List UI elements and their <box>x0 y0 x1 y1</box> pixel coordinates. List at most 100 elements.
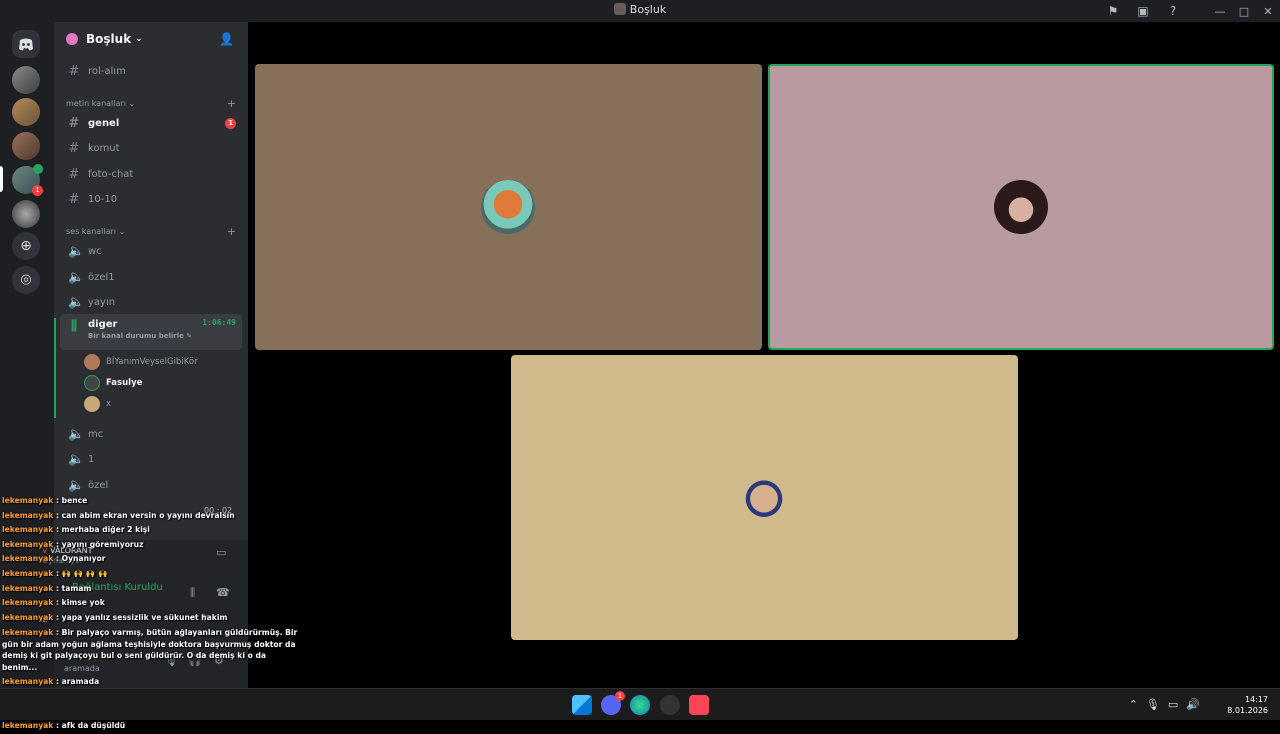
chat-text: afk da düşüldü <box>61 721 126 731</box>
unread-badge: 1 <box>225 117 236 129</box>
speaker-icon: 🔈 <box>68 294 85 310</box>
valorant-icon[interactable] <box>689 695 709 715</box>
server-avatar[interactable] <box>12 98 40 126</box>
participant-avatar <box>481 180 535 234</box>
volume-icon[interactable]: 🔊 <box>1186 698 1200 711</box>
chat-overlay-message: lekemanyak : kimse yok <box>2 598 105 608</box>
chat-username: lekemanyak <box>2 598 54 608</box>
category-voice[interactable]: ses kanalları ⌄ + <box>66 225 236 238</box>
server-icon <box>613 3 626 15</box>
participant-tile-speaking[interactable] <box>768 64 1274 350</box>
close-button[interactable]: ✕ <box>1256 5 1280 18</box>
guild-header[interactable]: Boşluk ⌄ 👤 <box>54 22 248 56</box>
speaker-icon: 🔈 <box>68 426 85 442</box>
chat-username: lekemanyak <box>2 612 54 622</box>
app-icon[interactable] <box>660 695 680 715</box>
server-avatar[interactable] <box>12 66 40 94</box>
participant-tile[interactable] <box>255 64 762 350</box>
explore-icon[interactable]: ◎ <box>12 266 40 294</box>
chat-text: tamam <box>61 583 92 593</box>
voice-channel-connector <box>54 318 56 418</box>
participant-avatar <box>737 469 791 523</box>
chat-overlay-message: lekemanyak : can abim ekran versin o yay… <box>2 510 235 520</box>
title-bar: Boşluk ⚑ ▣ ? — □ ✕ <box>0 0 1280 22</box>
avatar <box>84 375 100 391</box>
voice-user[interactable]: Fasulye <box>84 373 142 393</box>
hash-icon: # <box>68 191 80 207</box>
help-icon[interactable]: ? <box>1158 4 1188 18</box>
chat-username: lekemanyak <box>2 525 54 535</box>
call-timer: 1:06:49 <box>202 318 236 327</box>
voice-channel-ozel1[interactable]: 🔈 özel1 <box>60 265 242 289</box>
category-text[interactable]: metin kanalları ⌄ + <box>66 97 236 110</box>
voice-channel-mc[interactable]: 🔈 mc <box>60 422 242 446</box>
chat-overlay-message: lekemanyak : merhaba diğer 2 kişi <box>2 525 150 535</box>
chevron-up-icon[interactable]: ⌃ <box>1129 698 1138 711</box>
add-friend-icon[interactable]: 👤 <box>219 32 234 46</box>
channel-komut[interactable]: # komut <box>60 136 242 160</box>
hash-icon: # <box>68 140 80 156</box>
speaker-icon: 🔈 <box>68 477 85 493</box>
channel-foto-chat[interactable]: # foto-chat <box>60 162 242 186</box>
chevron-down-icon: ⌄ <box>135 34 143 44</box>
chat-overlay-message: lekemanyak : 🙌 🙌 🙌 🙌 <box>2 568 108 578</box>
speaker-icon: 🔈 <box>68 269 85 285</box>
chat-text: yayını göremiyoruz <box>61 539 144 549</box>
chat-text: Oynanıyor <box>61 554 106 564</box>
minimize-button[interactable]: — <box>1208 5 1232 18</box>
add-server-icon[interactable]: ⊕ <box>12 232 40 260</box>
avatar <box>84 396 100 412</box>
channel-status-link[interactable]: Bir kanal durumu belirle ✎ <box>88 332 192 340</box>
edge-icon[interactable] <box>630 695 650 715</box>
chat-username: lekemanyak <box>2 568 54 578</box>
hash-icon: # <box>68 63 80 79</box>
server-avatar[interactable] <box>12 200 40 228</box>
participant-tile[interactable] <box>511 355 1018 640</box>
chat-username: lekemanyak <box>2 539 54 549</box>
start-icon[interactable] <box>572 695 592 715</box>
channel-10-10[interactable]: #10-10 <box>60 187 242 211</box>
participant-avatar <box>994 180 1048 234</box>
voice-stage <box>248 22 1280 688</box>
channel-genel[interactable]: # genel 1 <box>60 111 242 135</box>
clock[interactable]: 14:17 8.01.2026 <box>1227 694 1268 716</box>
selected-server-pill <box>0 166 3 192</box>
chat-username: lekemanyak <box>2 583 54 593</box>
chat-text: aramada <box>61 677 100 687</box>
add-channel-icon[interactable]: + <box>227 225 236 238</box>
voice-user[interactable]: x <box>84 394 111 414</box>
avatar <box>84 354 100 370</box>
voice-user[interactable]: BİYanımVeyselGibiKör <box>84 352 198 372</box>
chat-username: lekemanyak <box>2 628 54 638</box>
chat-text: 🙌 🙌 🙌 🙌 <box>61 568 108 578</box>
chat-username: lekemanyak <box>2 496 54 505</box>
discord-taskbar-icon[interactable]: 1 <box>601 691 625 715</box>
chat-overlay-message: lekemanyak : yapa yanlız sessizlik ve sü… <box>2 612 228 622</box>
speaker-icon: 🔈 <box>68 451 85 467</box>
display-icon[interactable]: ▭ <box>1168 698 1178 711</box>
microphone-icon[interactable]: 🎙 <box>1146 698 1160 711</box>
voice-channel-1[interactable]: 🔈 1 <box>60 447 242 471</box>
channel-rol-alim[interactable]: # rol-alım <box>60 59 242 83</box>
flag-icon[interactable]: ⚑ <box>1098 4 1128 18</box>
chat-overlay-message: lekemanyak : tamam <box>2 583 92 593</box>
add-channel-icon[interactable]: + <box>227 97 236 110</box>
chat-overlay-message: lekemanyak : Bir palyaço varmış, bütün a… <box>2 628 298 672</box>
chat-overlay-message: lekemanyak : bence <box>2 496 88 505</box>
server-avatar-bosluk[interactable]: 1 <box>12 164 43 196</box>
window-title: Boşluk <box>0 3 1280 16</box>
voice-channel-diger[interactable]: ⫼ diger 1:06:49 Bir kanal durumu belirle… <box>60 314 242 350</box>
server-avatar[interactable] <box>12 132 40 160</box>
system-tray: ⌃ 🎙 ▭ 🔊 <box>1129 698 1200 711</box>
voice-wave-icon: ⫼ <box>71 319 77 334</box>
unread-badge: 1 <box>32 185 43 196</box>
guild-icon <box>66 33 78 45</box>
chat-text: merhaba diğer 2 kişi <box>61 525 150 535</box>
hash-icon: # <box>68 115 80 131</box>
chat-text: bence <box>61 496 88 505</box>
voice-channel-wc[interactable]: 🔈 wc <box>60 239 242 263</box>
discord-home-icon[interactable] <box>12 30 40 58</box>
voice-channel-yayin[interactable]: 🔈 yayın <box>60 290 242 314</box>
inbox-icon[interactable]: ▣ <box>1128 4 1158 18</box>
maximize-button[interactable]: □ <box>1232 5 1256 18</box>
